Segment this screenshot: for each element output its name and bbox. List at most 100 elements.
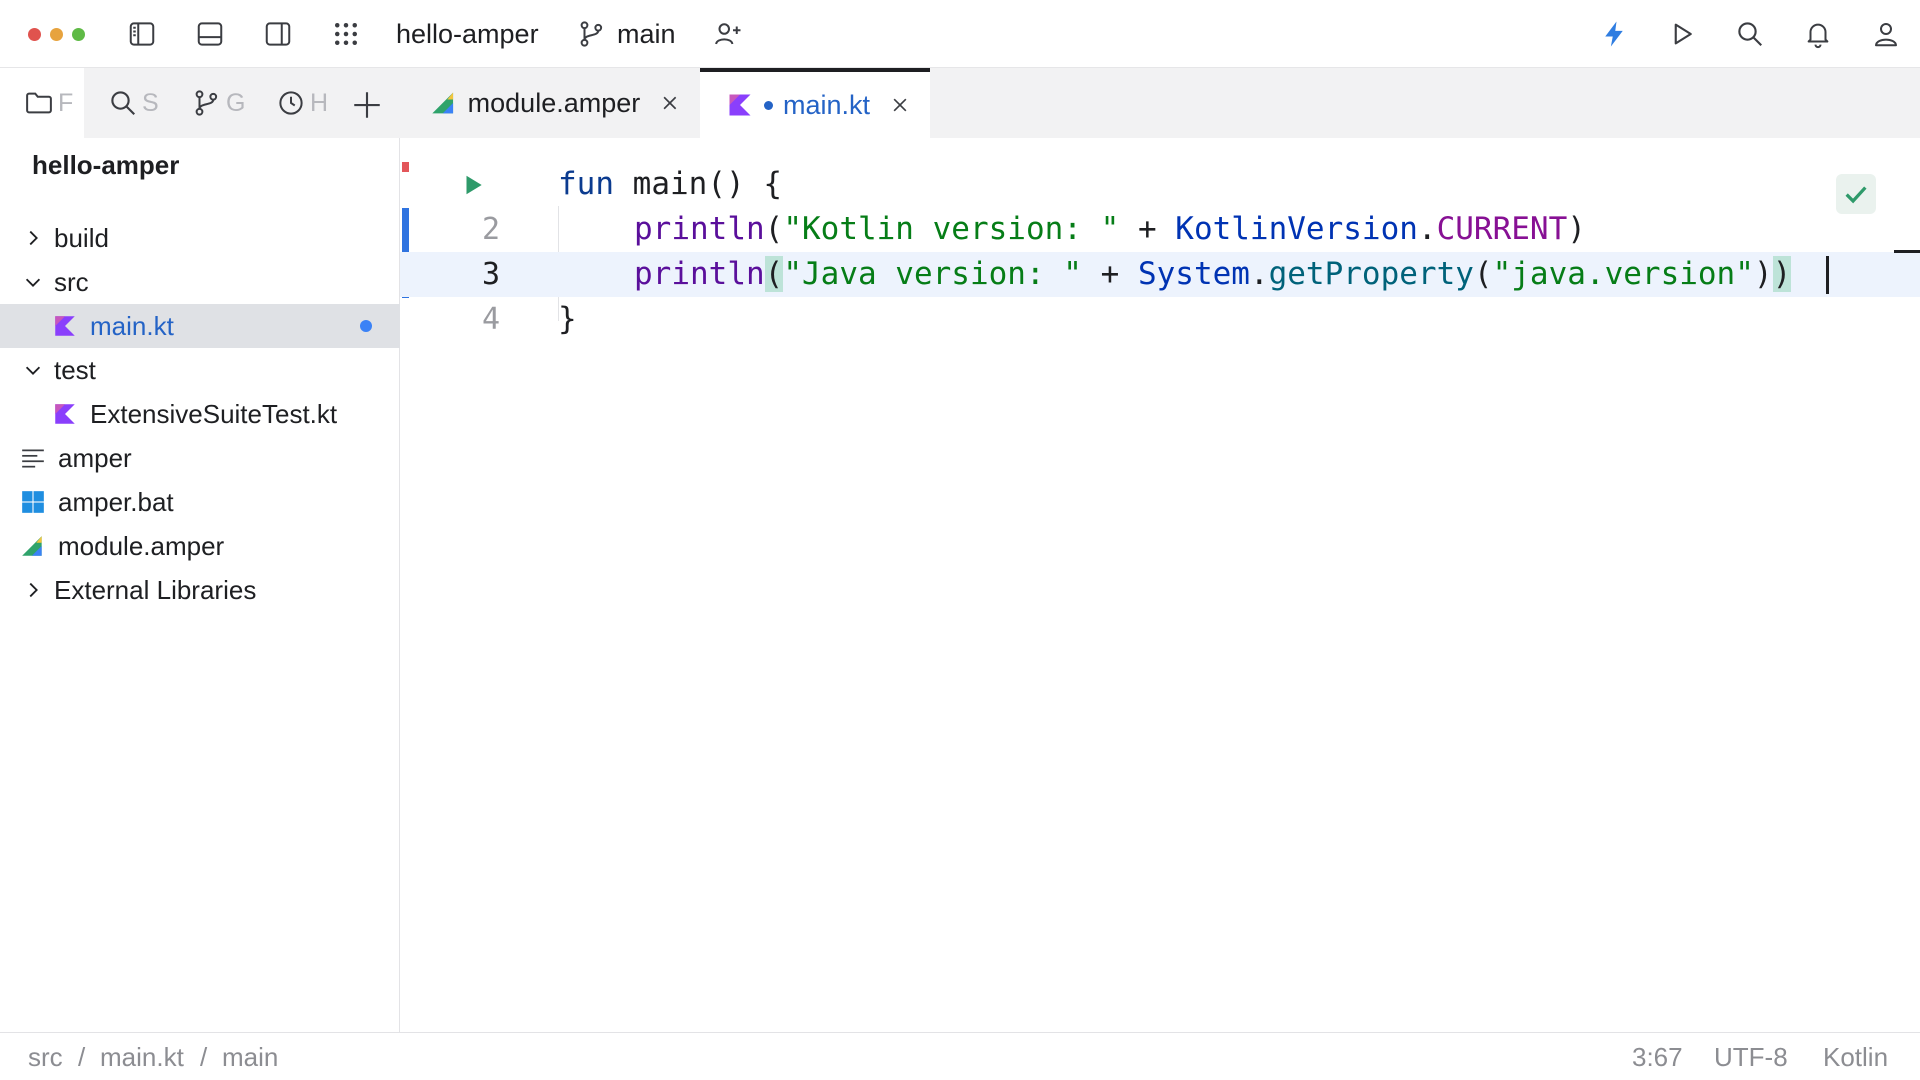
operator: + [1119,211,1176,247]
tab-git-label: G [226,88,246,117]
function-call: println [634,211,765,247]
lightning-icon[interactable] [1594,14,1634,54]
zoom-window-button[interactable] [72,28,85,41]
add-user-icon[interactable] [708,14,748,54]
clock-icon [279,91,303,115]
code-editor[interactable]: fun main() { 2 println("Kotlin version: … [400,138,1920,1032]
tab-git[interactable]: G [192,68,245,138]
close-icon[interactable] [660,93,680,113]
inspection-status[interactable] [1836,174,1876,214]
kotlin-file-icon [729,94,751,116]
panel-bottom-icon[interactable] [190,14,230,54]
chevron-right-icon[interactable] [22,227,44,249]
paren: ( [764,211,784,247]
sidebar-left-icon[interactable] [122,14,162,54]
modified-indicator [764,100,773,110]
code-line-2[interactable]: 2 println("Kotlin version: " + KotlinVer… [400,207,1920,252]
branch-icon [195,90,218,116]
tree-item-src[interactable]: src [0,260,400,304]
class-name: KotlinVersion [1175,211,1418,247]
function-name: main [632,166,708,202]
matched-paren: ( [764,256,784,292]
code-line-1[interactable]: fun main() { [400,162,1920,207]
title-bar: hello-amper main [0,0,1920,68]
line-number: 4 [481,302,500,337]
minimize-window-button[interactable] [50,28,63,41]
tree-item-label: module.amper [58,530,225,561]
tree-item-build[interactable]: build [0,216,400,260]
run-gutter-icon[interactable] [460,172,486,198]
status-bar: src / main.kt / main 3:67 UTF-8 Kotlin [0,1032,1920,1080]
tab-history[interactable]: H [276,68,328,138]
class-name: System [1137,256,1250,292]
tab-search-label: S [142,88,159,117]
tree-item-extensive-suite-test[interactable]: ExtensiveSuiteTest.kt [0,392,400,436]
branch-icon[interactable] [572,14,612,54]
tree-item-external-libraries[interactable]: External Libraries [0,568,400,612]
apps-grid-icon[interactable] [326,14,366,54]
tree-item-test[interactable]: test [0,348,400,392]
paren: ) [1753,256,1773,292]
keyword: fun [558,166,614,202]
project-tree-title[interactable]: hello-amper [32,150,179,181]
operator: + [1081,256,1138,292]
tool-window-tabs: F S G H [0,68,400,138]
tree-item-amper-bat[interactable]: amper.bat [0,480,400,524]
user-icon[interactable] [1866,14,1906,54]
breadcrumb-function[interactable]: main [222,1041,278,1073]
sidebar-right-icon[interactable] [258,14,298,54]
tab-label: module.amper [467,87,641,118]
kotlin-file-icon [55,404,75,424]
run-icon[interactable] [1662,14,1702,54]
chevron-down-icon[interactable] [22,359,44,381]
code-text: () { [707,166,782,202]
text-file-icon [22,449,44,468]
tree-item-module-amper[interactable]: module.amper [0,524,400,568]
tab-label: main.kt [783,89,871,120]
tree-item-label: src [54,266,89,297]
breadcrumb-file[interactable]: main.kt [100,1041,184,1073]
amper-icon [22,536,42,556]
tab-files[interactable]: F [24,68,73,138]
file-encoding[interactable]: UTF-8 [1714,1041,1788,1073]
search-icon [111,91,136,116]
bell-icon[interactable] [1798,14,1838,54]
windows-icon [22,491,44,513]
string-literal: "Java version: " [783,256,1082,292]
breadcrumb-src[interactable]: src [28,1041,63,1073]
modified-indicator [360,320,372,332]
chevron-right-icon[interactable] [22,579,44,601]
tab-files-label: F [58,88,74,117]
cursor-position[interactable]: 3:67 [1632,1041,1683,1073]
tree-item-main-kt[interactable]: main.kt [0,304,400,348]
check-icon [1845,186,1867,204]
tab-main-kt[interactable]: main.kt [700,68,930,138]
project-name[interactable]: hello-amper [396,16,539,52]
close-window-button[interactable] [28,28,41,41]
branch-name[interactable]: main [617,16,676,52]
code-line-4[interactable]: 4 } [400,297,1920,342]
tree-item-amper[interactable]: amper [0,436,400,480]
tree-item-label: External Libraries [54,574,257,605]
string-literal: "java.version" [1492,256,1754,292]
tab-module-amper[interactable]: module.amper [430,68,680,138]
string-literal: "Kotlin version: " [783,211,1120,247]
line-number: 3 [481,257,500,292]
close-icon[interactable] [890,95,910,115]
project-panel: F S G H hello-amper build src main.kt te… [0,68,400,1032]
dot: . [1417,211,1437,247]
code-line-3[interactable]: 3 println("Java version: " + System.getP… [400,252,1920,297]
tab-search[interactable]: S [108,68,159,138]
scrollbar-marker[interactable] [1894,250,1920,253]
tree-item-label: amper [58,442,132,473]
search-icon[interactable] [1730,14,1770,54]
dot: . [1249,256,1269,292]
chevron-down-icon[interactable] [22,271,44,293]
paren: ) [1567,211,1586,247]
method-call: getProperty [1268,256,1474,292]
code-text: } [558,301,577,337]
file-language[interactable]: Kotlin [1823,1041,1888,1073]
tab-history-label: H [310,88,329,117]
plus-icon[interactable] [350,88,384,122]
tree-item-label: build [54,222,109,253]
